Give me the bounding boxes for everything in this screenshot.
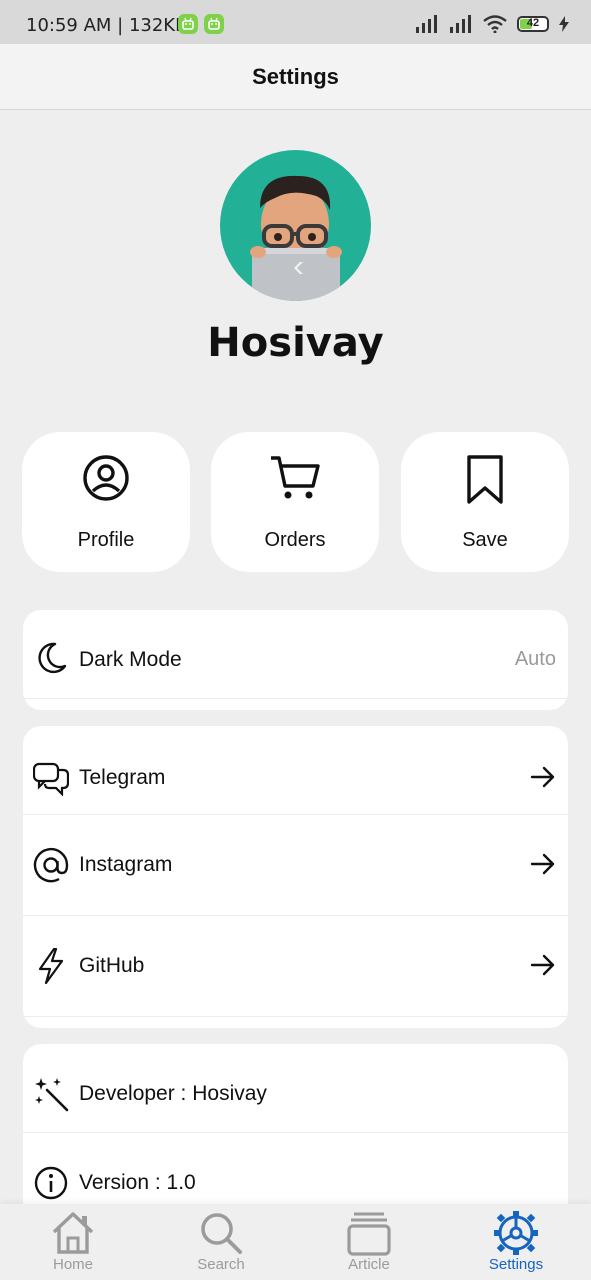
- android-debug-icon: [204, 14, 224, 34]
- app-bar: Settings: [0, 44, 591, 110]
- save-label: Save: [462, 529, 508, 551]
- orders-label: Orders: [264, 529, 326, 551]
- home-icon: [52, 1212, 94, 1254]
- user-name: Hosivay: [207, 320, 384, 366]
- telegram-row[interactable]: Telegram: [23, 726, 568, 815]
- magic-wand-sparkles-icon: [35, 1078, 69, 1112]
- android-debug-icon: [178, 14, 198, 34]
- about-section: Developer : Hosivay Version : 1.0: [23, 1044, 568, 1224]
- nav-settings[interactable]: Settings: [461, 1204, 571, 1280]
- instagram-row[interactable]: Instagram: [23, 815, 568, 916]
- save-button[interactable]: Save: [401, 432, 569, 572]
- arrow-right-icon: [530, 853, 555, 875]
- bottom-navigation: Home Search Article Settings: [0, 1204, 591, 1280]
- status-time: 10:59 AM | 132KB: [26, 15, 188, 36]
- nav-search-label: Search: [197, 1256, 245, 1273]
- dark-mode-row[interactable]: Dark Mode Auto: [23, 610, 568, 699]
- memoji-avatar-icon: [250, 175, 342, 301]
- info-icon: [34, 1166, 68, 1200]
- account-circle-icon: [83, 455, 129, 501]
- version-label: Version : 1.0: [79, 1171, 196, 1194]
- nav-settings-label: Settings: [488, 1256, 544, 1273]
- arrow-right-icon: [530, 954, 555, 976]
- signal-icon: [450, 15, 471, 33]
- social-links-section: Telegram Instagram GitHub: [23, 726, 568, 1028]
- telegram-label: Telegram: [79, 766, 166, 789]
- github-label: GitHub: [79, 954, 145, 977]
- status-indicators: 42: [415, 14, 569, 34]
- lightning-icon: [38, 948, 64, 984]
- nav-search[interactable]: Search: [166, 1204, 276, 1280]
- search-icon: [201, 1213, 242, 1254]
- wifi-icon: [483, 15, 507, 33]
- dark-mode-value: Auto: [514, 648, 556, 670]
- developer-label: Developer : Hosivay: [79, 1082, 267, 1105]
- nav-article[interactable]: Article: [314, 1204, 424, 1280]
- chat-bubbles-icon: [33, 762, 69, 796]
- battery-level: 42: [526, 17, 540, 29]
- profile-label: Profile: [77, 529, 135, 551]
- nav-article-label: Article: [348, 1256, 390, 1273]
- article-stack-icon: [347, 1212, 391, 1256]
- profile-button[interactable]: Profile: [22, 432, 190, 572]
- at-sign-icon: [33, 847, 69, 883]
- signal-icon: [416, 15, 437, 33]
- moon-icon: [38, 642, 67, 674]
- avatar[interactable]: [220, 150, 371, 301]
- nav-home[interactable]: Home: [18, 1204, 128, 1280]
- page-title: Settings: [252, 64, 339, 89]
- settings-gear-icon: [494, 1211, 538, 1255]
- orders-button[interactable]: Orders: [211, 432, 379, 572]
- nav-home-label: Home: [52, 1256, 93, 1273]
- battery-icon: 42: [517, 16, 549, 32]
- cart-icon: [271, 456, 320, 499]
- github-row[interactable]: GitHub: [23, 916, 568, 1017]
- appearance-section: Dark Mode Auto: [23, 610, 568, 710]
- dark-mode-label: Dark Mode: [79, 648, 182, 671]
- arrow-right-icon: [530, 766, 555, 788]
- bookmark-icon: [467, 455, 503, 504]
- status-bar: 10:59 AM | 132KB 42: [0, 0, 591, 44]
- charging-icon: [559, 16, 569, 32]
- instagram-label: Instagram: [79, 853, 173, 876]
- developer-row: Developer : Hosivay: [23, 1044, 568, 1133]
